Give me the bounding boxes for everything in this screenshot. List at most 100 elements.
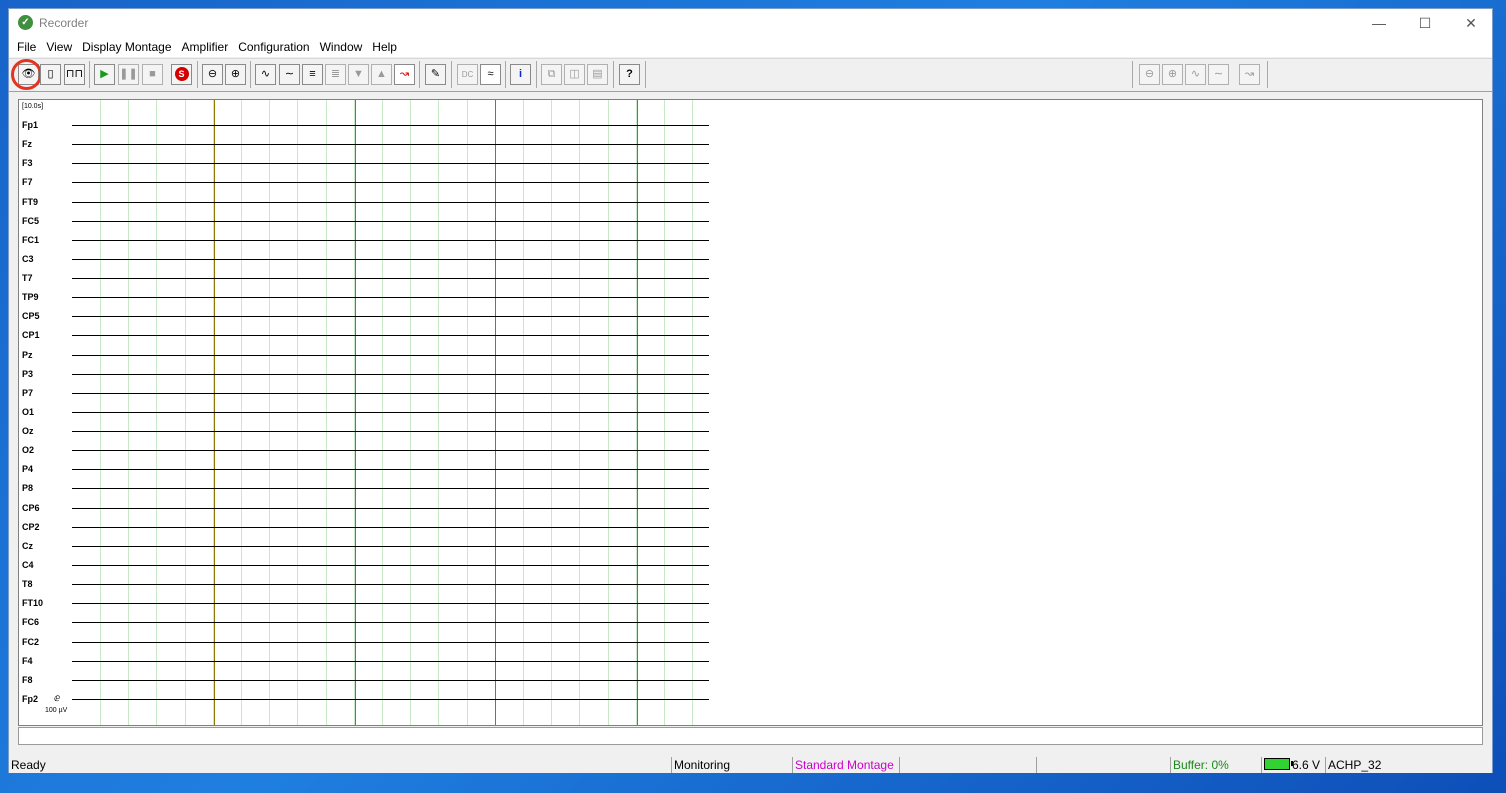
channel-label: O1: [22, 407, 35, 417]
status-amplifier: ACHP_32: [1325, 757, 1478, 773]
channel-trace: [72, 488, 709, 489]
scale-down-icon[interactable]: ∼: [279, 64, 300, 85]
status-empty-1: [899, 757, 1036, 773]
status-mode: Monitoring: [671, 757, 792, 773]
channel-label: FC5: [22, 216, 40, 226]
channel-trace: [72, 221, 709, 222]
channel-label: CP2: [22, 522, 40, 532]
menu-bar: File View Display Montage Amplifier Configur…: [9, 37, 1492, 57]
channel-label: T8: [22, 579, 33, 589]
secondary-scale-up-icon[interactable]: ∿: [1185, 64, 1206, 85]
zoom-out-icon[interactable]: ⊖: [202, 64, 223, 85]
secondary-scale-down-icon[interactable]: ∼: [1208, 64, 1229, 85]
baseline-marker-icon[interactable]: ↝: [394, 64, 415, 85]
menu-configuration[interactable]: Configuration: [233, 37, 314, 54]
cascade-icon[interactable]: ⧉: [541, 64, 562, 85]
channel-label: Oz: [22, 426, 34, 436]
secondary-baseline-icon[interactable]: ↝: [1239, 64, 1260, 85]
channel-trace: [72, 374, 709, 375]
more-channels-icon[interactable]: ≣: [325, 64, 346, 85]
impedance-icon[interactable]: ▯: [40, 64, 61, 85]
channel-label: C4: [22, 560, 34, 570]
scale-label: 100 µV: [45, 707, 68, 714]
menu-view[interactable]: View: [41, 37, 77, 54]
maximize-icon[interactable]: ☐: [1402, 9, 1448, 37]
pencil-icon[interactable]: ✎: [425, 64, 446, 85]
menu-window[interactable]: Window: [315, 37, 368, 54]
channel-label: F4: [22, 656, 33, 666]
channel-label: F8: [22, 675, 33, 685]
status-battery: 6.6 V: [1261, 757, 1325, 773]
channel-trace: [72, 202, 709, 203]
help-icon[interactable]: ?: [619, 64, 640, 85]
zoom-in-icon[interactable]: ⊕: [225, 64, 246, 85]
channel-trace: [72, 565, 709, 566]
channel-trace: [72, 603, 709, 604]
channel-label: P3: [22, 369, 34, 379]
channel-label: FC2: [22, 637, 40, 647]
channel-trace: [72, 622, 709, 623]
channel-label: O2: [22, 445, 35, 455]
channel-trace: [72, 297, 709, 298]
channel-label: Fp1: [22, 120, 39, 130]
channel-label: T7: [22, 273, 33, 283]
timebase-label: [10.0s]: [22, 103, 44, 110]
close-icon[interactable]: ✕: [1448, 9, 1494, 37]
status-bar: Ready Monitoring Standard Montage Buffer…: [9, 757, 1492, 773]
channel-trace: [72, 393, 709, 394]
channel-label: Fp2: [22, 694, 39, 704]
channel-trace: [72, 316, 709, 317]
channel-trace: [72, 469, 709, 470]
channel-label: Cz: [22, 541, 33, 551]
menu-amplifier[interactable]: Amplifier: [177, 37, 234, 54]
eeg-plot-area[interactable]: [10.0s] Fp1 Fz F3 F7 FT9 FC5 FC1 C3 T7 TP9 CP5 CP1 P…: [18, 99, 1483, 726]
channel-label: CP5: [22, 311, 40, 321]
channel-label: P8: [22, 483, 34, 493]
channel-trace: [72, 144, 709, 145]
battery-icon: [1264, 758, 1293, 770]
channel-trace: [72, 182, 709, 183]
scale-up-icon[interactable]: ∿: [255, 64, 276, 85]
minimize-icon[interactable]: —: [1356, 9, 1402, 37]
stop-icon[interactable]: ■: [142, 64, 163, 85]
window-title: Recorder: [39, 16, 89, 30]
dc-correction-icon[interactable]: DC: [457, 64, 478, 85]
secondary-zoom-in-icon[interactable]: ⊕: [1162, 64, 1183, 85]
menu-display-montage[interactable]: Display Montage: [77, 37, 176, 54]
pause-icon[interactable]: ❚❚: [118, 64, 139, 85]
channel-trace: [72, 259, 709, 260]
page-up-icon[interactable]: ▲: [371, 64, 392, 85]
menu-help[interactable]: Help: [367, 37, 402, 54]
tile-vertical-icon[interactable]: ◫: [564, 64, 585, 85]
status-montage: Standard Montage: [792, 757, 899, 773]
secondary-zoom-out-icon[interactable]: ⊖: [1139, 64, 1160, 85]
channel-trace: [72, 527, 709, 528]
info-icon[interactable]: i: [510, 64, 531, 85]
channel-label: FT10: [22, 598, 44, 608]
channel-label: F7: [22, 177, 33, 187]
stop-recording-icon[interactable]: S: [171, 64, 192, 85]
channel-label: F3: [22, 158, 33, 168]
record-play-icon[interactable]: ▶: [94, 64, 115, 85]
channel-trace: [72, 240, 709, 241]
tile-horizontal-icon[interactable]: ▤: [587, 64, 608, 85]
fewer-channels-icon[interactable]: ≡: [302, 64, 323, 85]
status-ready: Ready: [11, 758, 46, 772]
filter-wave-icon[interactable]: ≈: [480, 64, 501, 85]
page-down-icon[interactable]: ▼: [348, 64, 369, 85]
marker-pane[interactable]: [18, 727, 1483, 745]
menu-file[interactable]: File: [9, 37, 41, 54]
channel-label: P4: [22, 464, 34, 474]
channel-trace: [72, 699, 709, 700]
channel-label: P7: [22, 388, 34, 398]
channel-trace: [72, 450, 709, 451]
channel-trace: [72, 431, 709, 432]
channel-label: Fz: [22, 139, 32, 149]
channel-label: C3: [22, 254, 34, 264]
test-signal-icon[interactable]: ⊓⊓: [64, 64, 85, 85]
channel-label: TP9: [22, 292, 39, 302]
channel-label: CP1: [22, 330, 40, 340]
channel-label: FC1: [22, 235, 40, 245]
monitoring-eye-icon[interactable]: 👁: [18, 64, 39, 85]
channel-trace: [72, 680, 709, 681]
